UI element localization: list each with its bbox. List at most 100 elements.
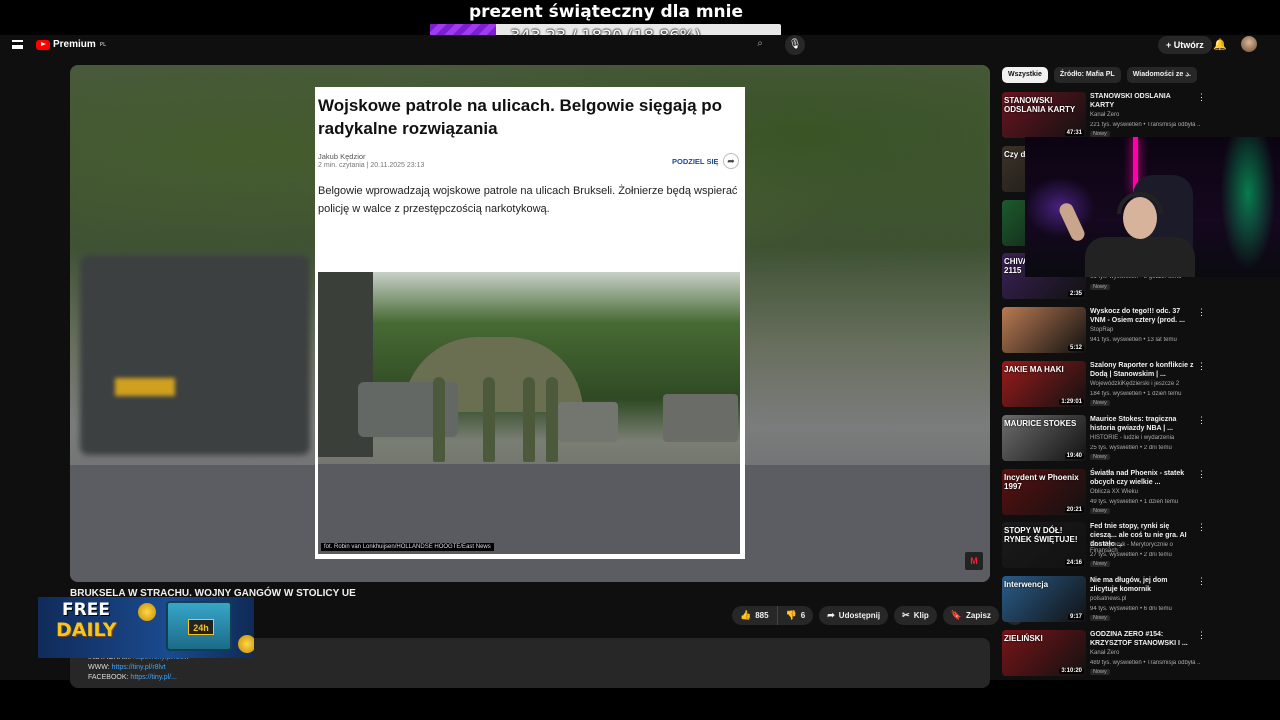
duration-badge: 20:21 bbox=[1064, 506, 1084, 513]
chevron-right-icon[interactable]: › bbox=[1186, 69, 1189, 80]
dislike-button[interactable]: 👎 6 bbox=[777, 606, 814, 625]
recommendation-channel[interactable]: Kanał Zero bbox=[1090, 112, 1119, 118]
save-label: Zapisz bbox=[966, 611, 991, 620]
like-button[interactable]: 👍 885 bbox=[732, 606, 778, 625]
share-button[interactable]: ➦ Udostępnij bbox=[819, 606, 889, 625]
duration-badge: 47:31 bbox=[1064, 130, 1084, 136]
recommendation-title[interactable]: Maurice Stokes: tragiczna historia gwiaz… bbox=[1090, 415, 1194, 433]
youtube-play-icon bbox=[36, 39, 50, 50]
more-options-icon[interactable]: ⋮ bbox=[1197, 576, 1206, 587]
recommendation-item[interactable]: ZIELIŃSKI 3:10:20 GODZINA ZERO #154: KRZYS… bbox=[1002, 630, 1206, 676]
video-thumbnail[interactable]: STOPY W DÓŁ! RYNEK ŚWIĘTUJE! 24:16 bbox=[1002, 522, 1086, 569]
logo-region: PL bbox=[99, 41, 107, 48]
youtube-logo[interactable]: Premium PL bbox=[36, 39, 106, 50]
video-player[interactable]: Wojskowe patrole na ulicach. Belgowie si… bbox=[70, 65, 990, 582]
article-lead: Belgowie wprowadzają wojskowe patrole na… bbox=[318, 185, 738, 215]
photo-soldier bbox=[433, 377, 445, 462]
plus-icon: + bbox=[1166, 40, 1172, 50]
photo-vehicle bbox=[663, 394, 738, 442]
description-link[interactable]: https://tiny.pl/... bbox=[130, 674, 177, 681]
article-photo: fot. Robin van Lonkhuijsen/HOLLANDSE HOO… bbox=[318, 272, 740, 554]
coin-icon bbox=[138, 603, 156, 621]
recommendation-views: 25 tys. wyświetleń • 2 dni temu bbox=[1090, 444, 1172, 451]
recommendation-item[interactable]: MAURICE STOKES 19:40 Maurice Stokes: tragi… bbox=[1002, 414, 1206, 461]
recommendation-views: 184 tys. wyświetleń • 1 dzień temu bbox=[1090, 391, 1182, 397]
donation-goal-title: prezent świąteczny dla mnie bbox=[468, 2, 744, 22]
description-label: WWW: bbox=[88, 664, 110, 671]
more-options-icon[interactable]: ⋮ bbox=[1197, 469, 1206, 480]
recommendation-channel[interactable]: Kanał Zero bbox=[1090, 650, 1119, 656]
video-thumbnail[interactable]: Incydent w Phoenix 1997 20:21 bbox=[1002, 468, 1086, 515]
recommendation-channel[interactable]: HISTORIE - ludzie i wydarzenia bbox=[1090, 435, 1174, 441]
recommendation-channel[interactable]: Oblicza XX Wieku bbox=[1090, 489, 1138, 495]
more-options-icon[interactable]: ⋮ bbox=[1197, 415, 1206, 426]
search-icon[interactable]: ⌕ bbox=[750, 38, 770, 52]
scissors-icon: ✂ bbox=[902, 610, 910, 620]
video-thumbnail[interactable]: ZIELIŃSKI 3:10:20 bbox=[1002, 630, 1086, 676]
recommendation-item[interactable]: 5:12 Wyskocz do tego!!! odc. 37 VNM - Osi… bbox=[1002, 307, 1206, 354]
banner-daily-text: DAILY bbox=[56, 619, 117, 641]
share-label: Udostępnij bbox=[838, 611, 881, 620]
recommendation-item[interactable]: Incydent w Phoenix 1997 20:21 Światła nad … bbox=[1002, 468, 1206, 515]
chip-all[interactable]: Wszystkie bbox=[1002, 67, 1048, 83]
more-options-icon[interactable]: ⋮ bbox=[1197, 522, 1206, 533]
microphone-icon[interactable]: 🎙 bbox=[785, 35, 805, 55]
bookmark-icon: 🔖 bbox=[950, 610, 963, 620]
video-thumbnail[interactable]: Interwencja 9:17 bbox=[1002, 576, 1086, 623]
create-button[interactable]: + Utwórz bbox=[1158, 36, 1212, 54]
recommendation-title[interactable]: Nie ma długów, jej dom zlicytuje komorni… bbox=[1090, 576, 1194, 594]
more-options-icon[interactable]: ⋮ bbox=[1197, 92, 1206, 103]
menu-icon[interactable] bbox=[12, 40, 23, 49]
duration-badge: 1:29:01 bbox=[1059, 399, 1084, 405]
video-thumbnail[interactable]: 5:12 bbox=[1002, 307, 1086, 354]
chip-source[interactable]: Źródło: Mafia PL bbox=[1053, 67, 1121, 83]
more-options-icon[interactable]: ⋮ bbox=[1197, 361, 1206, 372]
dislike-count: 6 bbox=[800, 611, 806, 620]
recommendation-item[interactable]: STANOWSKI ODSLANIA KARTY 47:31 STANOWSKI O… bbox=[1002, 92, 1206, 138]
recommendation-title[interactable]: Szalony Raporter o konflikcie z Dodą | S… bbox=[1090, 361, 1194, 379]
recommendation-title[interactable]: Światła nad Phoenix - statek obcych czy … bbox=[1090, 469, 1194, 487]
share-arrow-icon: ➦ bbox=[723, 153, 739, 169]
recommendation-views: 27 tys. wyświetleń • 2 dni temu bbox=[1090, 552, 1172, 559]
recommendation-title[interactable]: GODZINA ZERO #154: KRZYSZTOF STANOWSKI I… bbox=[1090, 630, 1194, 648]
recommendation-views: 94 tys. wyświetleń • 6 dni temu bbox=[1090, 606, 1172, 613]
notifications-bell-icon[interactable]: 🔔 bbox=[1213, 38, 1227, 52]
description-link[interactable]: https://tiny.pl/r8lvt bbox=[112, 664, 166, 671]
photo-credit: fot. Robin van Lonkhuijsen/HOLLANDSE HOO… bbox=[321, 543, 494, 551]
banner-free-text: FREE bbox=[62, 600, 110, 620]
more-options-icon[interactable]: ⋮ bbox=[1197, 307, 1206, 318]
recommendation-item[interactable]: JAKIE MA HAKI 1:29:01 Szalony Raporter o k… bbox=[1002, 361, 1206, 407]
new-badge: Nowy bbox=[1090, 284, 1110, 291]
channel-watermark-icon[interactable]: M bbox=[965, 552, 983, 570]
filter-chips: Wszystkie Źródło: Mafia PL Wiadomości ze… bbox=[1002, 67, 1197, 83]
masthead: Premium PL ⌕ 🎙 + Utwórz 🔔 bbox=[0, 35, 1280, 55]
recommendation-channel[interactable]: StopRap bbox=[1090, 327, 1113, 333]
new-badge: Nowy bbox=[1090, 561, 1110, 568]
recommendation-title[interactable]: Wyskocz do tego!!! odc. 37 VNM - Osiem c… bbox=[1090, 307, 1194, 325]
new-badge: Nowy bbox=[1090, 453, 1110, 460]
duration-badge: 9:17 bbox=[1067, 614, 1084, 621]
recommendation-title[interactable]: STANOWSKI ODSLANIA KARTY bbox=[1090, 92, 1194, 110]
photo-soldier bbox=[523, 377, 535, 462]
video-thumbnail[interactable]: MAURICE STOKES 19:40 bbox=[1002, 414, 1086, 461]
account-avatar[interactable] bbox=[1241, 36, 1257, 52]
save-button[interactable]: 🔖 Zapisz bbox=[942, 606, 999, 625]
video-thumbnail[interactable]: STANOWSKI ODSLANIA KARTY 47:31 bbox=[1002, 92, 1086, 138]
recommendation-views: 49 tys. wyświetleń • 1 dzień temu bbox=[1090, 498, 1179, 505]
recommendation-item[interactable]: Interwencja 9:17 Nie ma długów, jej dom zl… bbox=[1002, 576, 1206, 623]
like-dislike-group: 👍 885 👎 6 bbox=[732, 606, 814, 625]
thumbnail-text: STOPY W DÓŁ! RYNEK ŚWIĘTUJE! bbox=[1004, 526, 1078, 545]
youtube-page: Premium PL ⌕ 🎙 + Utwórz 🔔 Wojskowe patro… bbox=[0, 35, 1280, 688]
video-thumbnail[interactable]: JAKIE MA HAKI 1:29:01 bbox=[1002, 361, 1086, 407]
recommendation-item[interactable]: STOPY W DÓŁ! RYNEK ŚWIĘTUJE! 24:16 Fed tni… bbox=[1002, 522, 1206, 569]
recommendation-views: 489 tys. wyświetleń • Transmisja odbyła … bbox=[1090, 660, 1200, 666]
recommendation-channel[interactable]: WojewódzkiKędzierski i jeszcze 2 bbox=[1090, 381, 1179, 387]
photo-soldier bbox=[483, 377, 495, 462]
clip-button[interactable]: ✂ Klip bbox=[894, 606, 937, 625]
stream-frame: prezent świąteczny dla mnie 343.23 / 182… bbox=[0, 0, 1280, 720]
recommendation-channel[interactable]: polsatnews.pl bbox=[1090, 596, 1126, 602]
photo-soldier bbox=[546, 377, 558, 462]
thumbnail-text: MAURICE STOKES bbox=[1004, 418, 1077, 428]
more-options-icon[interactable]: ⋮ bbox=[1197, 630, 1206, 641]
description-line: FACEBOOK: https://tiny.pl/... bbox=[88, 673, 990, 683]
